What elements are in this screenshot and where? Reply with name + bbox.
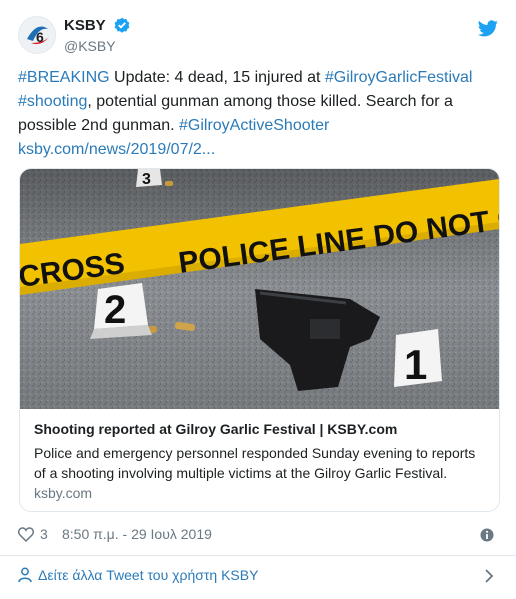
tweet-meta: 3 8:50 π.μ. - 29 Ιουλ 2019 <box>18 522 498 548</box>
card-title[interactable]: Shooting reported at Gilroy Garlic Festi… <box>34 421 397 437</box>
link-preview-card[interactable]: POLICE LINE DO NOT CROSS CROSS 2 1 3 Sho… <box>19 168 500 512</box>
hashtag-gilroy-garlic-festival[interactable]: #GilroyGarlicFestival <box>325 69 473 86</box>
marker-1-label: 1 <box>404 341 427 388</box>
tweet-timestamp[interactable]: 8:50 π.μ. - 29 Ιουλ 2019 <box>62 526 212 542</box>
ksby-logo-icon: 6 <box>19 17 55 53</box>
avatar[interactable]: 6 <box>18 16 56 54</box>
heart-icon[interactable] <box>18 527 34 542</box>
card-description: Police and emergency personnel responded… <box>34 445 476 481</box>
marker-3-label: 3 <box>142 171 151 188</box>
tweet-text: #BREAKING Update: 4 dead, 15 injured at … <box>18 66 498 162</box>
like-count: 3 <box>40 526 48 542</box>
evidence-marker-1: 1 <box>394 329 442 388</box>
hashtag-breaking[interactable]: #BREAKING <box>18 69 110 86</box>
tweet-text-part-1: Update: 4 dead, 15 injured at <box>109 69 325 86</box>
account-name[interactable]: KSBY <box>64 17 106 34</box>
hashtag-gilroy-active-shooter[interactable]: #GilroyActiveShooter <box>179 117 329 134</box>
evidence-marker-3: 3 <box>136 169 162 188</box>
svg-text:6: 6 <box>36 29 44 45</box>
chevron-right-icon <box>485 569 494 583</box>
card-domain: ksby.com <box>34 485 93 501</box>
hashtag-shooting[interactable]: #shooting <box>18 93 87 110</box>
divider <box>0 555 516 556</box>
tweet-link-url[interactable]: ksby.com/news/2019/07/2... <box>18 141 215 158</box>
account-handle[interactable]: @KSBY <box>64 38 116 54</box>
more-tweets-label: Δείτε άλλα Tweet του χρήστη KSBY <box>38 567 259 583</box>
card-image: POLICE LINE DO NOT CROSS CROSS 2 1 3 <box>20 169 499 409</box>
tweet-header: 6 KSBY @KSBY <box>0 0 516 62</box>
verified-badge-icon <box>114 17 130 33</box>
marker-2-label: 2 <box>104 288 126 332</box>
evidence-marker-2: 2 <box>90 283 152 339</box>
info-icon[interactable] <box>480 528 494 542</box>
twitter-bird-icon[interactable] <box>478 20 498 37</box>
person-icon <box>18 567 32 583</box>
more-tweets-link[interactable]: Δείτε άλλα Tweet του χρήστη KSBY <box>18 566 498 588</box>
